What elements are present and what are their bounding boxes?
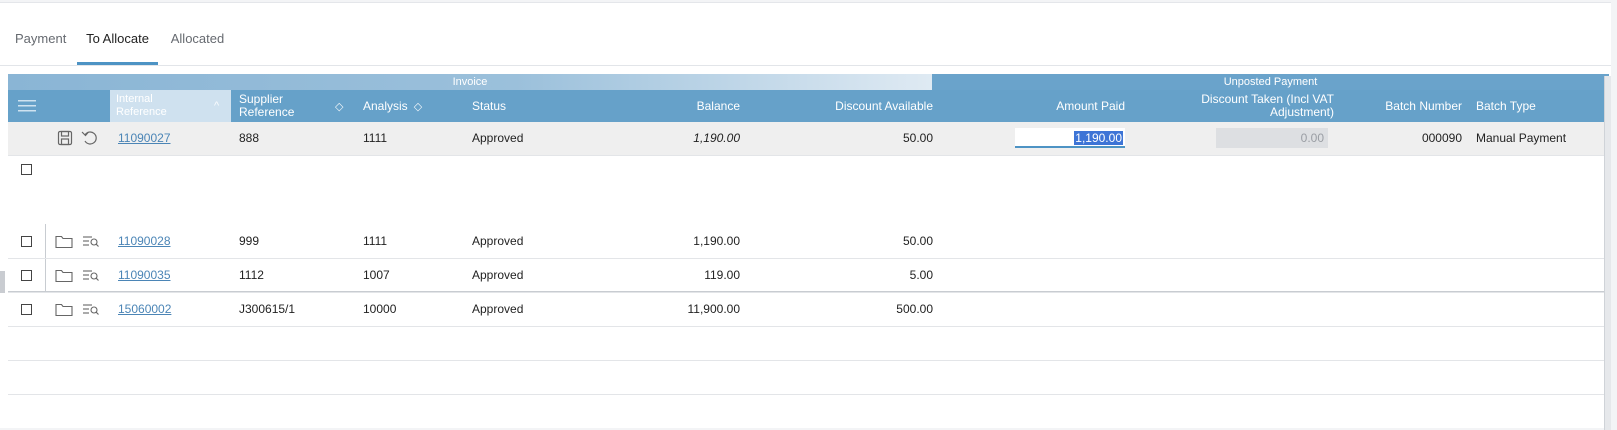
header-balance[interactable]: Balance [614, 90, 742, 122]
header-status-label: Status [472, 99, 507, 113]
discount-available-cell: 5.00 [909, 268, 933, 282]
folder-icon[interactable] [55, 267, 73, 285]
discount-available-cell: 500.00 [896, 302, 933, 316]
column-menu-icon[interactable] [18, 90, 42, 122]
allocation-panel: Payment To Allocate Allocated Invoice Un… [0, 2, 1611, 430]
folder-icon[interactable] [55, 233, 73, 251]
search-list-icon[interactable] [82, 301, 100, 319]
table-row-editing[interactable]: 11090027 888 1111 Approved 1,190.00 50.0… [8, 122, 1609, 156]
header-analysis[interactable]: Analysis ◇ [355, 90, 464, 122]
table-row[interactable]: 15060002 J300615/1 10000 Approved 11,900… [8, 293, 1609, 327]
search-list-icon[interactable] [82, 233, 100, 251]
header-supplier-reference-label: Supplier Reference [239, 92, 295, 119]
header-batch-number[interactable]: Batch Number [1336, 90, 1464, 122]
supplier-reference-cell: 1112 [239, 268, 264, 282]
search-list-icon[interactable] [82, 267, 100, 285]
group-header-invoice: Invoice [8, 74, 932, 90]
header-discount-available-label: Discount Available [835, 99, 933, 113]
analysis-cell: 1111 [363, 131, 388, 145]
header-supplier-reference[interactable]: Supplier Reference ◇ [231, 90, 355, 122]
row-checkbox[interactable] [21, 270, 32, 281]
row-checkbox[interactable] [21, 236, 32, 247]
hamburger-icon [18, 100, 36, 112]
header-discount-taken[interactable]: Discount Taken (Incl VAT Adjustment) [1127, 90, 1336, 122]
analysis-cell: 1111 [363, 234, 388, 248]
header-amount-paid[interactable]: Amount Paid [935, 90, 1127, 122]
supplier-reference-cell: 888 [239, 131, 260, 145]
table-row[interactable]: 11090035 1112 1007 Approved 119.00 5.00 [8, 259, 1609, 293]
empty-row [8, 327, 1609, 361]
sort-both-icon: ◇ [335, 100, 344, 113]
tab-allocated[interactable]: Allocated [170, 29, 225, 65]
discount-available-cell: 50.00 [902, 131, 933, 145]
group-header-row: Invoice Unposted Payment [8, 74, 1609, 90]
header-balance-label: Balance [696, 99, 740, 113]
analysis-cell: 1007 [363, 268, 390, 282]
header-internal-reference[interactable]: Internal Reference ^ [110, 90, 231, 122]
header-discount-taken-label: Discount Taken (Incl VAT Adjustment) [1201, 92, 1334, 119]
balance-cell: 11,900.00 [687, 302, 741, 316]
folder-icon[interactable] [55, 301, 73, 319]
undo-icon[interactable] [81, 130, 99, 148]
status-cell: Approved [472, 234, 524, 248]
header-discount-available[interactable]: Discount Available [742, 90, 935, 122]
header-analysis-label: Analysis [363, 99, 408, 113]
internal-reference-link[interactable]: 11090028 [118, 225, 171, 258]
left-edge-handle [0, 271, 5, 293]
row-checkbox[interactable] [21, 164, 32, 175]
internal-reference-link[interactable]: 11090035 [118, 259, 171, 292]
header-batch-type[interactable]: Batch Type [1468, 90, 1609, 122]
supplier-reference-cell: J300615/1 [239, 302, 296, 316]
tab-bar: Payment To Allocate Allocated [0, 3, 1611, 66]
column-header-row: Internal Reference ^ Supplier Reference … [8, 90, 1609, 122]
balance-cell: 119.00 [704, 268, 740, 282]
discount-available-cell: 50.00 [902, 234, 933, 248]
amount-paid-input[interactable]: 1,190.00 [1015, 128, 1125, 148]
analysis-cell: 10000 [363, 302, 397, 316]
tab-payment[interactable]: Payment [15, 29, 66, 65]
header-amount-paid-label: Amount Paid [1056, 99, 1125, 113]
group-header-unposted-payment: Unposted Payment [932, 74, 1609, 90]
tab-to-allocate[interactable]: To Allocate [77, 29, 158, 65]
discount-taken-input[interactable]: 0.00 [1216, 128, 1328, 148]
empty-row [8, 361, 1609, 395]
row-checkbox[interactable] [21, 304, 32, 315]
status-cell: Approved [472, 268, 524, 282]
sort-both-icon: ◇ [413, 100, 423, 113]
status-cell: Approved [472, 302, 524, 316]
vertical-scrollbar[interactable] [1604, 76, 1611, 430]
internal-reference-link[interactable]: 11090027 [118, 122, 171, 155]
table-row[interactable]: 11090028 999 1111 Approved 1,190.00 50.0… [8, 225, 1609, 259]
header-status[interactable]: Status [464, 90, 614, 122]
sort-up-icon: ^ [214, 100, 220, 112]
header-batch-number-label: Batch Number [1385, 99, 1462, 113]
balance-cell: 1,190.00 [693, 131, 740, 145]
header-internal-reference-label: Internal Reference [116, 93, 167, 118]
save-icon[interactable] [57, 130, 75, 148]
balance-cell: 1,190.00 [693, 234, 740, 248]
supplier-reference-cell: 999 [239, 234, 260, 248]
status-cell: Approved [472, 131, 524, 145]
internal-reference-link[interactable]: 15060002 [118, 293, 171, 326]
batch-number-cell: 000090 [1421, 131, 1462, 145]
header-batch-type-label: Batch Type [1476, 99, 1536, 113]
batch-type-cell: Manual Payment [1476, 131, 1567, 145]
